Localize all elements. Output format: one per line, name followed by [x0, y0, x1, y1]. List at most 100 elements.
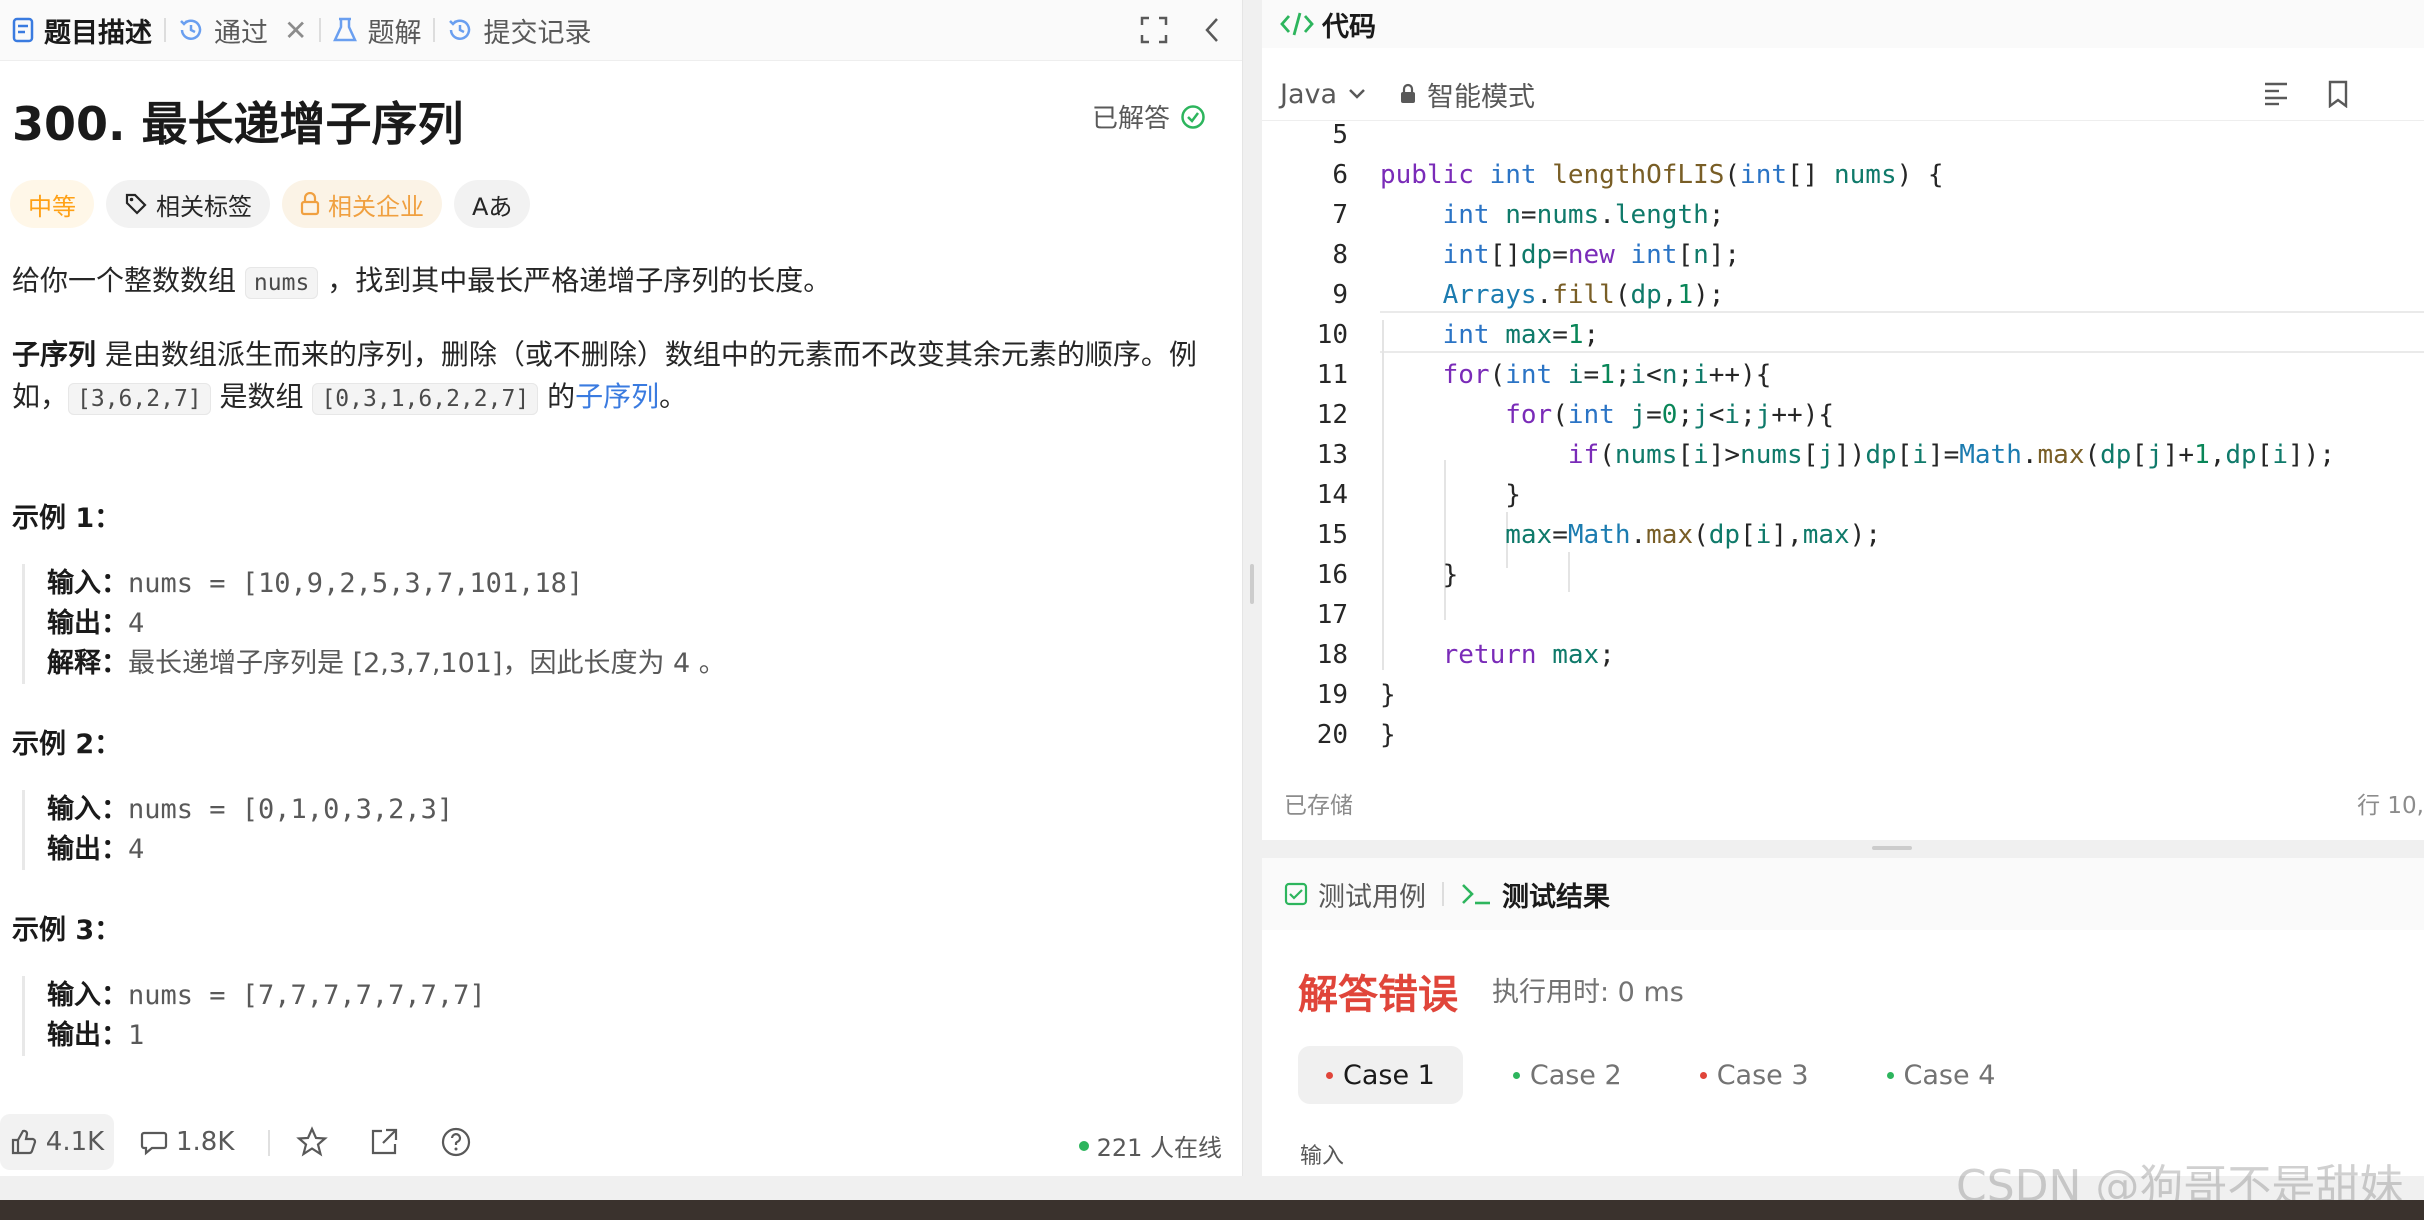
code-line: max=Math.max(dp[i],max);: [1505, 520, 1881, 550]
vertical-resize-handle[interactable]: [1872, 846, 1912, 850]
line-number: 7: [1332, 200, 1348, 230]
example-label: 输出：: [47, 1020, 128, 1051]
like-count: 4.1K: [45, 1127, 105, 1157]
case-tab[interactable]: Case 1: [1298, 1046, 1463, 1104]
tab-test-result-label: 测试结果: [1502, 881, 1610, 913]
format-icon[interactable]: [2262, 80, 2290, 106]
example-1-title: 示例 1：: [12, 503, 122, 534]
line-number: 5: [1332, 120, 1348, 150]
code-header: 代码: [1262, 0, 2424, 48]
case-tab[interactable]: Case 3: [1672, 1046, 1837, 1104]
translate-button[interactable]: Aあ: [454, 180, 531, 228]
description-tabbar: 题目描述 通过 ✕ 题解 提交记录: [0, 0, 1242, 61]
flask-icon: [333, 17, 358, 42]
checkbox-icon: [1284, 882, 1308, 906]
problem-title: 300. 最长递增子序列: [12, 97, 464, 151]
difficulty-badge: 中等: [10, 180, 94, 228]
example-3-title: 示例 3：: [12, 915, 122, 946]
code-icon: [1280, 12, 1314, 36]
line-number: 13: [1316, 440, 1348, 470]
example-line: 输出：4: [47, 830, 453, 870]
status-dot-icon: [1886, 1071, 1894, 1079]
thumbs-up-icon: [11, 1129, 36, 1155]
case-tab[interactable]: Case 2: [1485, 1046, 1650, 1104]
desc-text: 如，: [12, 380, 69, 413]
desc-text: 的: [538, 380, 576, 413]
topic-tags-label: 相关标签: [156, 192, 252, 221]
comment-count: 1.8K: [176, 1127, 235, 1157]
code-title-label: 代码: [1322, 11, 1376, 43]
tab-accepted[interactable]: 通过 ✕: [166, 0, 319, 60]
line-number: 16: [1316, 560, 1348, 590]
case-label: Case 2: [1529, 1059, 1622, 1091]
line-number: 12: [1316, 400, 1348, 430]
tag-icon: [125, 193, 147, 215]
check-circle-icon: [1181, 104, 1205, 129]
online-label: 221 人在线: [1096, 1134, 1222, 1162]
close-icon[interactable]: ✕: [284, 14, 307, 47]
code-line: int[]dp=new int[n];: [1442, 240, 1741, 270]
example-line: 输入：nums = [0,1,0,3,2,3]: [47, 790, 453, 830]
language-select[interactable]: Java: [1280, 79, 1367, 110]
desc-text: ，找到其中最长严格递增子序列的长度。: [318, 264, 832, 297]
history-icon: [449, 19, 471, 40]
case-tab[interactable]: Case 4: [1859, 1046, 2024, 1104]
help-icon[interactable]: [440, 1126, 472, 1158]
example-3-box: 输入：nums = [7,7,7,7,7,7,7] 输出：1: [22, 976, 486, 1056]
example-line: 输出：1: [47, 1016, 486, 1056]
description-paragraph-3: 如， [3,6,2,7] 是数组 [0,3,1,6,2,2,7] 的子序列。: [12, 376, 1212, 420]
collapse-left-icon[interactable]: [1202, 16, 1222, 44]
line-number: 17: [1316, 600, 1348, 630]
comments-button[interactable]: 1.8K: [140, 1114, 234, 1170]
companies-button[interactable]: 相关企业: [282, 180, 442, 228]
tab-submissions[interactable]: 提交记录: [435, 0, 603, 60]
topic-tags-button[interactable]: 相关标签: [106, 180, 270, 228]
bookmark-icon[interactable]: [2326, 80, 2350, 108]
example-2-title: 示例 2：: [12, 729, 122, 760]
share-icon[interactable]: [368, 1126, 400, 1158]
example-label: 输入：: [47, 794, 128, 825]
desc-text: 给你一个整数数组: [12, 264, 245, 297]
comment-icon: [140, 1131, 168, 1156]
panel-resize-handle[interactable]: [1250, 564, 1254, 604]
saved-status: 已存储: [1284, 793, 1353, 819]
example-line: 输入：nums = [7,7,7,7,7,7,7]: [47, 976, 486, 1016]
line-number: 9: [1332, 280, 1348, 310]
code-line: }: [1380, 720, 1396, 750]
tab-testcase[interactable]: 测试用例: [1284, 875, 1426, 914]
code-line: int max=1;: [1442, 320, 1600, 350]
tab-accepted-label: 通过: [214, 17, 268, 49]
subsequence-link[interactable]: 子序列: [575, 380, 659, 413]
desc-bold-term: 子序列: [12, 338, 97, 371]
lock-icon: [1401, 83, 1416, 103]
line-number: 6: [1332, 160, 1348, 190]
like-button[interactable]: 4.1K: [0, 1114, 114, 1170]
tab-solutions[interactable]: 题解: [321, 0, 433, 60]
code-line: if(nums[i]>nums[j])dp[i]=Math.max(dp[j]+…: [1567, 440, 2335, 470]
status-dot-icon: [1512, 1071, 1520, 1079]
inline-code: nums: [244, 267, 319, 299]
example-line: 输出：4: [47, 604, 726, 644]
online-count: 221 人在线: [1078, 1128, 1222, 1163]
mode-label: 智能模式: [1427, 81, 1536, 113]
inline-code: [3,6,2,7]: [68, 383, 211, 415]
code-editor[interactable]: 5 6 7 8 9 10 11 12 13 14 15 16 17 18 19 …: [1262, 120, 2424, 760]
tab-test-result[interactable]: 测试结果: [1460, 875, 1610, 914]
line-number: 20: [1316, 720, 1348, 750]
case-label: Case 3: [1716, 1059, 1809, 1091]
smart-mode-toggle[interactable]: 智能模式: [1399, 75, 1535, 114]
fullscreen-icon[interactable]: [1140, 16, 1168, 44]
example-label: 输出：: [47, 834, 128, 865]
code-line: }: [1380, 680, 1396, 710]
star-icon[interactable]: [296, 1126, 328, 1158]
example-line: 解释：最长递增子序列是 [2,3,7,101]，因此长度为 4 。: [47, 644, 726, 684]
example-value: 4: [128, 834, 145, 865]
line-number: 10: [1316, 320, 1348, 350]
description-paragraph-2: 子序列 是由数组派生而来的序列，删除（或不删除）数组中的元素而不改变其余元素的顺…: [12, 334, 1212, 376]
document-icon: [12, 17, 34, 43]
cursor-position: 行 10,: [2357, 793, 2424, 819]
line-number: 14: [1316, 480, 1348, 510]
tab-description[interactable]: 题目描述: [0, 0, 164, 60]
footer-separator: [268, 1130, 270, 1156]
code-line: int n=nums.length;: [1442, 200, 1725, 230]
